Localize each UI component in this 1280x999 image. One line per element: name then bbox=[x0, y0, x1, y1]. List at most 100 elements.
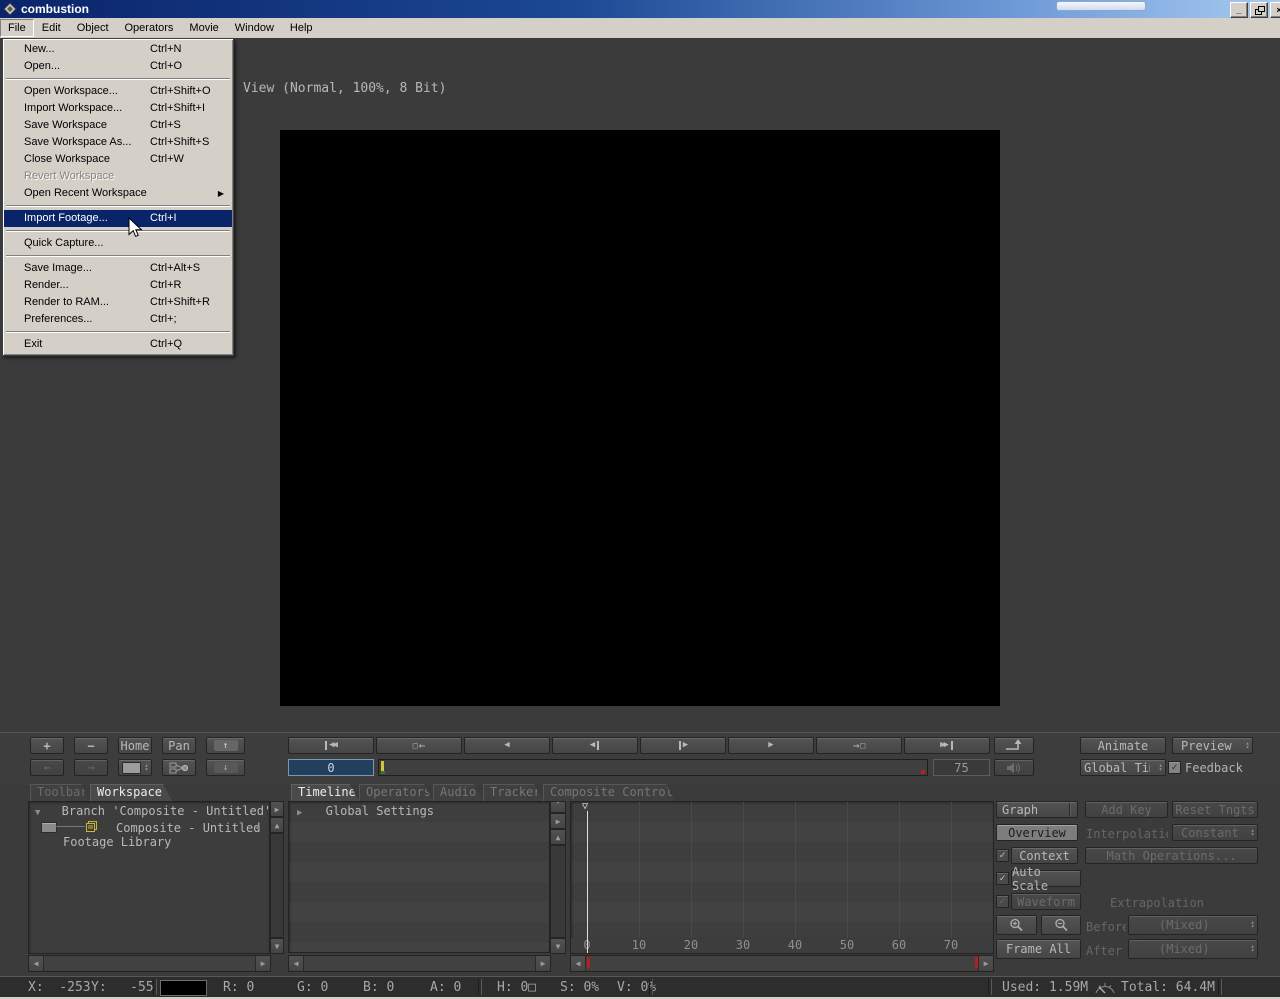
auto-scale-button[interactable]: Auto Scale bbox=[1011, 870, 1081, 887]
zoom-out-button[interactable]: − bbox=[74, 737, 108, 754]
playhead-line[interactable] bbox=[587, 811, 588, 939]
menu-item-exit[interactable]: ExitCtrl+Q bbox=[4, 336, 232, 353]
timeline-ruler[interactable]: 0 10 20 30 40 50 60 70 bbox=[570, 938, 994, 954]
audio-mute-button[interactable] bbox=[994, 759, 1034, 776]
add-key-button[interactable]: Add Key bbox=[1085, 801, 1168, 818]
restore-button[interactable] bbox=[1250, 2, 1268, 18]
tab-workspace[interactable]: Workspace bbox=[90, 784, 172, 801]
menu-file[interactable]: File bbox=[0, 19, 34, 37]
menu-item-new[interactable]: New...Ctrl+N bbox=[4, 41, 232, 58]
auto-scale-checkbox[interactable]: ✓ bbox=[996, 872, 1009, 885]
graph-mode-dropdown[interactable]: Graph bbox=[996, 801, 1078, 818]
scrollbar-track[interactable] bbox=[586, 956, 978, 971]
after-extrapolation-dropdown[interactable]: (Mixed) ▴▾ bbox=[1128, 939, 1258, 959]
composite-viewport[interactable] bbox=[280, 130, 1000, 706]
scroll-left-button[interactable]: ◀ bbox=[29, 956, 44, 971]
go-to-next-marker-button[interactable] bbox=[994, 737, 1034, 754]
close-button[interactable]: × bbox=[1270, 2, 1280, 18]
frame-all-button[interactable]: Frame All bbox=[996, 939, 1081, 959]
step-back-button[interactable]: ◀ bbox=[552, 737, 638, 754]
menu-item-close-workspace[interactable]: Close WorkspaceCtrl+W bbox=[4, 151, 232, 168]
reset-tangents-button[interactable]: Reset Tngts bbox=[1172, 801, 1258, 818]
menu-help[interactable]: Help bbox=[282, 19, 321, 37]
scroll-right-button[interactable]: ▶ bbox=[978, 956, 993, 971]
list-scroll-expand-button[interactable]: ▶ bbox=[550, 813, 566, 829]
menu-edit[interactable]: Edit bbox=[34, 19, 69, 37]
menu-item-render[interactable]: Render...Ctrl+R bbox=[4, 277, 232, 294]
pan-button[interactable]: Pan bbox=[162, 737, 196, 754]
menu-window[interactable]: Window bbox=[227, 19, 282, 37]
menu-item-preferences[interactable]: Preferences...Ctrl+; bbox=[4, 311, 232, 328]
history-forward-button[interactable]: → bbox=[74, 759, 108, 776]
branch-up-button[interactable]: ↑ bbox=[206, 737, 245, 754]
graph-zoom-in-button[interactable] bbox=[996, 915, 1037, 935]
scrollbar-track[interactable] bbox=[304, 956, 535, 971]
context-button[interactable]: Context bbox=[1011, 847, 1078, 864]
minimize-button[interactable]: _ bbox=[1230, 2, 1248, 18]
graph-zoom-out-button[interactable] bbox=[1041, 915, 1081, 935]
timeline-horizontal-scrollbar[interactable]: ◀ ▶ bbox=[570, 955, 994, 972]
duration-field[interactable]: 75 bbox=[933, 759, 990, 776]
menu-item-open-recent-workspace[interactable]: Open Recent Workspace▶ bbox=[4, 185, 232, 202]
menu-item-import-footage[interactable]: Import Footage...Ctrl+I bbox=[4, 210, 232, 227]
overview-button[interactable]: Overview bbox=[996, 824, 1078, 841]
interpolation-dropdown[interactable]: Constant ▴▾ bbox=[1172, 824, 1258, 841]
play-button[interactable]: ▶ bbox=[728, 737, 814, 754]
tab-timeline[interactable]: Timeline bbox=[291, 784, 359, 801]
playhead-handle-icon[interactable]: ▽ bbox=[582, 802, 588, 812]
tab-toolbar[interactable]: Toolbar bbox=[30, 784, 90, 801]
menu-item-save-image[interactable]: Save Image...Ctrl+Alt+S bbox=[4, 260, 232, 277]
view-channel-dropdown[interactable]: ▴▾ bbox=[118, 759, 152, 776]
list-horizontal-scrollbar[interactable]: ◀ ▶ bbox=[288, 955, 551, 972]
list-scrollbar-track[interactable] bbox=[550, 845, 566, 938]
history-back-button[interactable]: ← bbox=[30, 759, 64, 776]
tree-footage-library-row[interactable]: Footage Library bbox=[63, 835, 171, 849]
waveform-button[interactable]: Waveform bbox=[1011, 893, 1081, 910]
tree-scroll-down-button[interactable]: ▼ bbox=[270, 938, 284, 954]
play-from-current-button[interactable]: →□ bbox=[816, 737, 902, 754]
home-button[interactable]: Home bbox=[118, 737, 152, 754]
global-time-dropdown[interactable]: Global Time ▴▾ bbox=[1080, 759, 1166, 776]
list-scroll-collapse-button[interactable]: ˆ bbox=[550, 801, 566, 813]
context-checkbox[interactable]: ✓ bbox=[996, 849, 1009, 862]
tree-scroll-expand-button[interactable]: ▶ bbox=[270, 801, 284, 817]
tree-composite-row[interactable]: Composite - Untitled ◀ bbox=[29, 819, 269, 834]
step-forward-button[interactable]: ▶ bbox=[640, 737, 726, 754]
go-to-end-button[interactable]: ▶▶ bbox=[904, 737, 990, 754]
go-to-start-button[interactable]: ◀◀ bbox=[288, 737, 374, 754]
play-reverse-button[interactable]: ◀ bbox=[464, 737, 550, 754]
zoom-in-button[interactable]: + bbox=[30, 737, 64, 754]
list-scroll-up-button[interactable]: ▲ bbox=[550, 829, 566, 845]
scroll-right-button[interactable]: ▶ bbox=[255, 956, 270, 971]
menu-operators[interactable]: Operators bbox=[117, 19, 182, 37]
tree-scrollbar-track[interactable] bbox=[270, 833, 284, 938]
tab-audio[interactable]: Audio bbox=[433, 784, 483, 801]
animate-button[interactable]: Animate bbox=[1080, 737, 1166, 754]
menu-object[interactable]: Object bbox=[69, 19, 117, 37]
menu-item-save-workspace[interactable]: Save WorkspaceCtrl+S bbox=[4, 117, 232, 134]
timeline-slider[interactable] bbox=[378, 759, 928, 776]
tab-composite-controls[interactable]: Composite Controls bbox=[543, 784, 675, 801]
waveform-checkbox[interactable]: ✓ bbox=[996, 895, 1009, 908]
feedback-checkbox[interactable]: ✓ bbox=[1168, 761, 1181, 774]
list-scroll-down-button[interactable]: ▼ bbox=[550, 938, 566, 954]
play-to-current-button[interactable]: □← bbox=[376, 737, 462, 754]
menu-item-quick-capture[interactable]: Quick Capture... bbox=[4, 235, 232, 252]
scroll-left-button[interactable]: ◀ bbox=[571, 956, 586, 971]
math-operations-button[interactable]: Math Operations... bbox=[1085, 847, 1258, 864]
scroll-left-button[interactable]: ◀ bbox=[289, 956, 304, 971]
menu-item-save-workspace-as[interactable]: Save Workspace As...Ctrl+Shift+S bbox=[4, 134, 232, 151]
current-frame-field[interactable]: 0 bbox=[288, 759, 374, 776]
menu-item-open-workspace[interactable]: Open Workspace...Ctrl+Shift+O bbox=[4, 83, 232, 100]
layer-visibility-toggle[interactable] bbox=[41, 822, 57, 833]
scroll-right-button[interactable]: ▶ bbox=[535, 956, 550, 971]
timeline-graph-area[interactable]: ▽ bbox=[570, 801, 994, 938]
tree-horizontal-scrollbar[interactable]: ◀ ▶ bbox=[28, 955, 271, 972]
menu-item-open[interactable]: Open...Ctrl+O bbox=[4, 58, 232, 75]
branch-down-button[interactable]: ↓ bbox=[206, 759, 245, 776]
preview-dropdown[interactable]: Preview ▴▾ bbox=[1172, 737, 1253, 754]
global-settings-row[interactable]: ▶ Global Settings bbox=[297, 804, 434, 818]
tree-branch-row[interactable]: ▼ Branch 'Composite - Untitled' bbox=[35, 804, 271, 818]
tree-scroll-up-button[interactable]: ▲ bbox=[270, 817, 284, 833]
tab-tracker[interactable]: Tracker bbox=[483, 784, 543, 801]
